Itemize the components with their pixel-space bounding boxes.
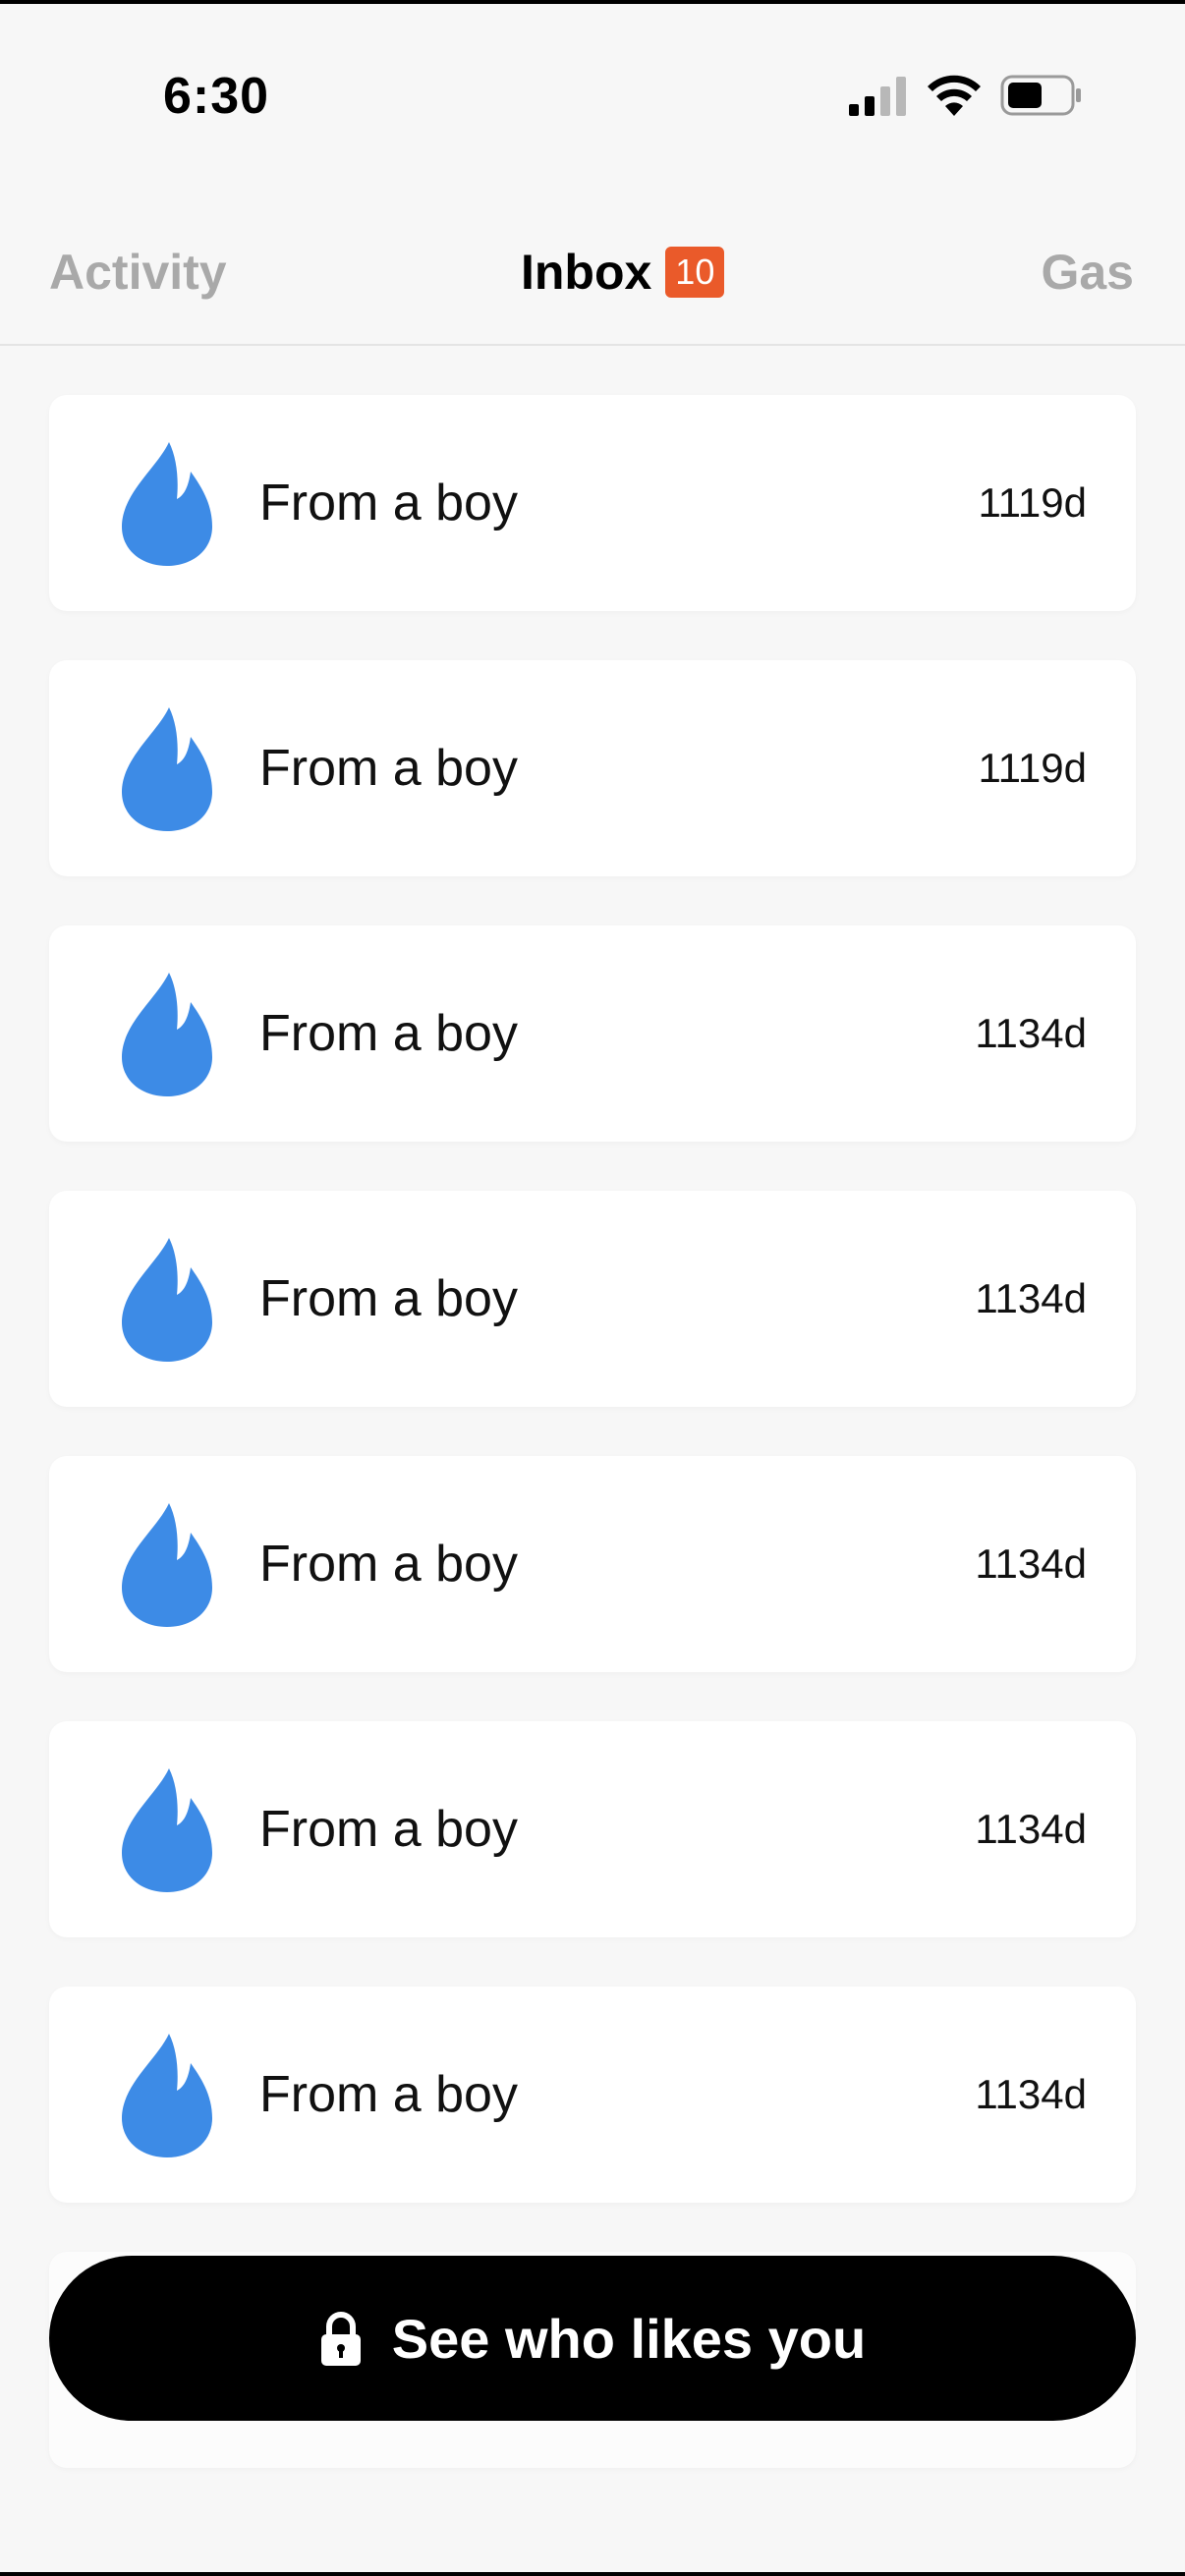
see-who-likes-you-button[interactable]: See who likes you <box>49 2256 1136 2421</box>
inbox-item[interactable]: From a boy 1134d <box>49 1191 1136 1407</box>
inbox-item[interactable]: From a boy 1134d <box>49 1987 1136 2203</box>
inbox-item[interactable]: From a boy 1134d <box>49 1456 1136 1672</box>
item-label: From a boy <box>259 1005 518 1062</box>
item-label: From a boy <box>259 1536 518 1593</box>
item-time: 1134d <box>975 1275 1087 1321</box>
tab-activity[interactable]: Activity <box>49 238 227 307</box>
item-label: From a boy <box>259 1801 518 1858</box>
flame-icon <box>122 442 212 566</box>
tab-inbox-label: Inbox <box>521 245 652 300</box>
inbox-item[interactable]: From a boy 1134d <box>49 1721 1136 1937</box>
item-time: 1134d <box>975 1806 1087 1852</box>
flame-icon <box>122 1768 212 1892</box>
inbox-list: From a boy 1119d From a boy 1119d From a… <box>49 395 1136 2517</box>
signal-icon <box>849 77 906 116</box>
flame-icon <box>122 1238 212 1362</box>
item-time: 1134d <box>975 1010 1087 1056</box>
item-label: From a boy <box>259 1270 518 1327</box>
flame-icon <box>122 1503 212 1627</box>
item-time: 1134d <box>975 1540 1087 1587</box>
battery-icon <box>1000 75 1081 116</box>
tab-inbox[interactable]: Inbox 10 <box>521 238 725 307</box>
item-time: 1119d <box>978 479 1087 526</box>
item-label: From a boy <box>259 740 518 797</box>
inbox-item[interactable]: From a boy 1119d <box>49 395 1136 611</box>
flame-icon <box>122 2034 212 2157</box>
flame-icon <box>122 707 212 831</box>
tab-bar: Activity Inbox 10 Gas <box>0 226 1185 346</box>
lock-icon <box>320 2312 361 2366</box>
flame-icon <box>122 973 212 1096</box>
item-time: 1134d <box>975 2071 1087 2117</box>
cta-label: See who likes you <box>391 2307 867 2370</box>
item-label: From a boy <box>259 475 518 532</box>
inbox-count-badge: 10 <box>665 247 725 298</box>
tab-gas[interactable]: Gas <box>1041 238 1134 307</box>
inbox-item[interactable]: From a boy 1119d <box>49 660 1136 876</box>
status-time: 6:30 <box>163 68 270 125</box>
item-label: From a boy <box>259 2066 518 2123</box>
status-bar: 6:30 <box>0 0 1185 187</box>
item-time: 1119d <box>978 745 1087 791</box>
wifi-icon <box>928 75 981 116</box>
inbox-item[interactable]: From a boy 1134d <box>49 925 1136 1142</box>
